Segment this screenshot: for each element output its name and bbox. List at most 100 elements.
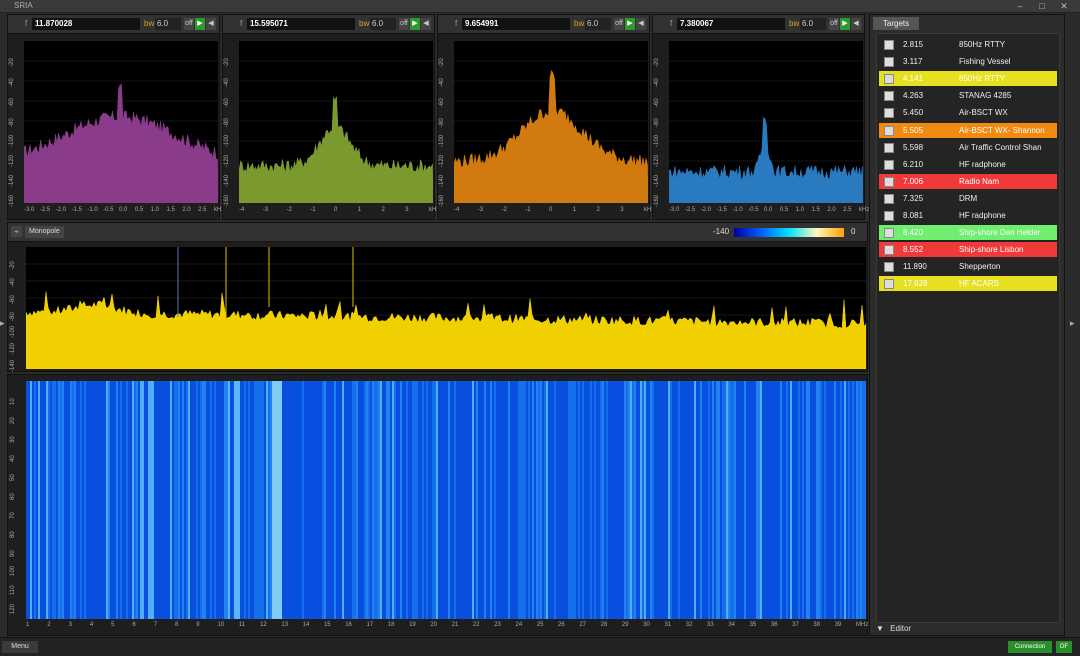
play-button[interactable]: ▶ [410,18,420,30]
bandwidth-select[interactable]: 6.0 [370,18,396,30]
left-collapse-arrow-icon[interactable]: ▸ [0,318,5,329]
target-frequency: 8.552 [903,245,924,255]
bandwidth-label: bw [144,19,155,28]
y-tick-label: -100 [10,325,16,338]
x-tick-label: 1.5 [166,207,175,213]
x-tick-label: -2.0 [55,207,66,213]
off-button[interactable]: off [399,18,409,30]
df-button[interactable]: DF [1056,641,1072,653]
spectrum-plot[interactable] [453,41,649,204]
prev-button[interactable]: ◀ [206,18,216,30]
x-tick-label: -3.0 [24,207,35,213]
play-button[interactable]: ▶ [840,18,850,30]
spectrum-plot[interactable] [23,41,219,204]
frequency-input[interactable]: 7.380067 [677,18,785,30]
target-row[interactable]: 4.263 STANAG 4285 [879,88,1057,103]
target-row[interactable]: 11.890 Shepperton [879,259,1057,274]
y-tick-label: -80 [439,118,445,127]
target-checkbox[interactable] [884,91,894,102]
target-row[interactable]: 17.928 HF ACARS [879,276,1057,292]
target-checkbox[interactable] [884,262,894,273]
target-checkbox[interactable] [884,108,894,119]
target-row[interactable]: 8.420 Ship-shore Den Helder [879,225,1057,241]
y-tick-label: -120 [10,342,16,355]
play-button[interactable]: ▶ [195,18,205,30]
target-row[interactable]: 3.117 Fishing Vessel [879,54,1057,69]
off-button[interactable]: off [614,18,624,30]
target-row[interactable]: 8.552 Ship-shore Lisbon [879,242,1057,258]
x-tick-label: 14 [302,622,310,628]
main-spectrum-plot[interactable] [26,247,866,369]
target-checkbox[interactable] [884,159,894,170]
spectrum-plot[interactable] [238,41,434,204]
spectrum-plot[interactable] [668,41,864,204]
waterfall-plot[interactable] [26,381,866,619]
bandwidth-select[interactable]: 6.0 [800,18,826,30]
scale-max-label: 0 [851,227,856,236]
right-collapse-arrow-icon[interactable]: ▸ [1070,318,1075,329]
spectrum-svg [453,60,649,204]
target-row[interactable]: 4.141 850Hz RTTY [879,71,1057,87]
spectrum-trace [23,83,219,204]
target-row[interactable]: 5.505 Air-BSCT WX- Shannon [879,122,1057,138]
prev-button[interactable]: ◀ [636,18,646,30]
x-tick-label: -2.5 [684,207,696,213]
x-tick-label: -0.5 [748,207,759,213]
target-row[interactable]: 5.598 Air Traffic Control Shan [879,140,1057,155]
y-tick-label: -100 [9,134,15,147]
frequency-input[interactable]: 9.654991 [462,18,570,30]
target-checkbox[interactable] [884,142,894,153]
target-checkbox[interactable] [884,176,894,187]
target-checkbox[interactable] [884,245,894,256]
target-checkbox[interactable] [884,125,894,136]
target-checkbox[interactable] [884,193,894,204]
menu-button[interactable]: Menu [2,641,38,653]
tab-targets[interactable]: Targets [873,17,919,30]
bandwidth-label: bw [574,19,585,28]
y-tick-label: 20 [10,417,16,424]
spectrum-y-axis: -20 -40 -60 -80 -100 -120 -140 -160 [654,41,668,207]
y-tick-label: -140 [224,174,230,187]
frequency-input[interactable]: 11.870028 [32,18,140,30]
target-row[interactable]: 2.815 850Hz RTTY [879,37,1057,52]
target-row[interactable]: 6.210 HF radphone [879,157,1057,172]
target-name: HF ACARS [959,279,1000,289]
off-button[interactable]: off [184,18,194,30]
x-tick-label: 39 [834,622,842,628]
target-checkbox[interactable] [884,279,894,290]
target-checkbox[interactable] [884,40,894,50]
off-button[interactable]: off [829,18,839,30]
bandwidth-select[interactable]: 6.0 [155,18,181,30]
play-button[interactable]: ▶ [625,18,635,30]
x-tick-label: 23 [494,622,501,628]
target-checkbox[interactable] [884,74,894,85]
editor-expander[interactable]: ▼ Editor [876,624,911,633]
y-tick-label: -80 [10,312,16,321]
x-tick-label: -1 [525,207,531,213]
maximize-button[interactable]: □ [1032,0,1052,12]
minimize-button[interactable]: – [1010,0,1030,12]
x-tick-label: -4 [239,207,245,213]
target-row[interactable]: 5.450 Air-BSCT WX [879,105,1057,120]
x-tick-label: 8 [174,622,179,628]
target-checkbox[interactable] [884,57,894,68]
target-row[interactable]: 7.006 Radio Nam [879,173,1057,189]
x-tick-label: 7 [153,622,158,628]
y-tick-label: 120 [10,603,16,614]
x-tick-label: 0 [549,207,553,213]
frequency-input[interactable]: 15.595071 [247,18,355,30]
y-tick-label: -60 [10,295,16,304]
target-checkbox[interactable] [884,211,894,221]
target-row[interactable]: 8.081 HF radphone [879,208,1057,223]
monopole-label[interactable]: Monopole [25,226,64,238]
target-checkbox[interactable] [884,228,894,239]
prev-button[interactable]: ◀ [851,18,861,30]
x-tick-label: -2 [286,207,292,213]
close-button[interactable]: ✕ [1054,0,1074,12]
prev-button[interactable]: ◀ [421,18,431,30]
y-tick-label: 110 [10,585,16,595]
connection-button[interactable]: Connection [1008,641,1052,653]
target-row[interactable]: 7.325 DRM [879,191,1057,206]
spectrum-panel-toolbar: f 15.595071 bw 6.0 off ▶ ◀ [223,15,434,34]
bandwidth-select[interactable]: 6.0 [585,18,611,30]
